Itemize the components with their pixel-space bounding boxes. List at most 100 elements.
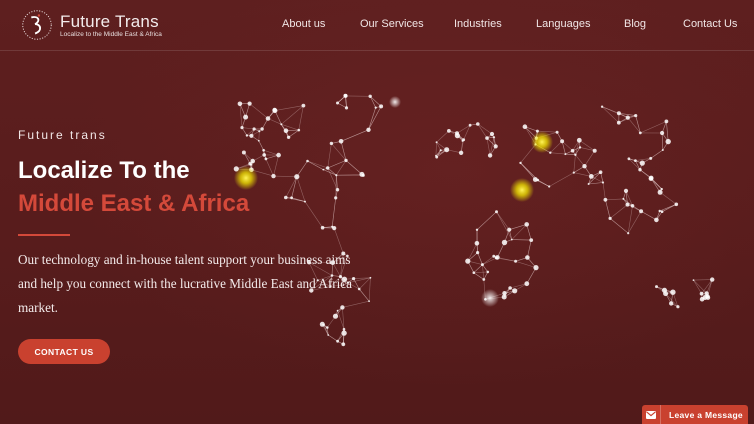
- network-node: [655, 285, 658, 289]
- network-node: [616, 111, 621, 116]
- network-node: [501, 239, 508, 246]
- nav-about-us[interactable]: About us: [282, 18, 325, 30]
- network-node: [524, 222, 529, 227]
- network-link: [482, 256, 494, 265]
- nav-industries[interactable]: Industries: [454, 18, 502, 30]
- network-node: [332, 226, 337, 231]
- network-node: [660, 130, 665, 136]
- network-node: [250, 158, 255, 164]
- network-node: [674, 202, 679, 207]
- network-link: [241, 127, 255, 130]
- nav-blog[interactable]: Blog: [624, 18, 646, 30]
- nav-contact-us[interactable]: Contact Us: [683, 18, 737, 30]
- network-node: [326, 326, 329, 329]
- network-node: [341, 342, 346, 347]
- network-node: [634, 114, 638, 118]
- network-node: [327, 334, 330, 336]
- network-node: [638, 168, 642, 172]
- network-node: [237, 101, 243, 107]
- network-node: [344, 158, 348, 163]
- network-node: [272, 108, 278, 114]
- network-link: [496, 211, 510, 230]
- network-node: [608, 216, 612, 220]
- network-node: [306, 159, 309, 163]
- network-node: [669, 301, 674, 306]
- network-link: [573, 172, 592, 177]
- network-node: [512, 288, 518, 294]
- network-node: [439, 149, 442, 152]
- network-link: [328, 334, 338, 342]
- network-link: [258, 131, 260, 141]
- network-node: [623, 188, 629, 193]
- network-node: [480, 263, 484, 267]
- network-link: [323, 169, 337, 176]
- network-link: [496, 211, 513, 240]
- network-link: [291, 197, 306, 202]
- network-link: [304, 201, 323, 228]
- network-node: [572, 171, 575, 174]
- site-header: Future Trans Localize to the Middle East…: [0, 0, 754, 51]
- main-nav: About us Our Services Industries Languag…: [0, 18, 754, 34]
- network-node: [482, 278, 486, 281]
- network-link: [477, 123, 493, 135]
- network-node: [338, 139, 344, 144]
- leave-message-widget[interactable]: Leave a Message: [642, 405, 748, 424]
- network-node: [476, 251, 480, 255]
- heading-divider: [18, 234, 70, 236]
- nav-our-services[interactable]: Our Services: [360, 18, 424, 30]
- network-node: [290, 196, 293, 200]
- network-node: [258, 130, 261, 133]
- hero-description: Our technology and in-house talent suppo…: [18, 252, 352, 315]
- network-node: [495, 210, 498, 214]
- network-node: [560, 139, 565, 144]
- hero-eyebrow: Future trans: [18, 128, 107, 142]
- network-link: [436, 130, 450, 143]
- network-link: [296, 176, 306, 202]
- network-link: [573, 154, 576, 173]
- network-link: [609, 204, 628, 219]
- network-node: [294, 174, 300, 180]
- network-node: [249, 133, 254, 138]
- network-node: [374, 106, 377, 109]
- network-link: [511, 239, 532, 241]
- network-node: [240, 126, 244, 130]
- network-node: [283, 128, 289, 133]
- network-node: [625, 202, 630, 207]
- network-node: [243, 114, 249, 120]
- network-link: [435, 142, 437, 156]
- network-link: [477, 252, 483, 265]
- network-node: [323, 323, 325, 326]
- network-link: [510, 283, 527, 289]
- network-node: [507, 227, 512, 232]
- network-node: [247, 101, 252, 106]
- envelope-icon: [642, 405, 661, 424]
- network-node: [329, 141, 334, 146]
- network-node: [576, 137, 582, 143]
- network-node: [342, 327, 346, 331]
- network-node: [322, 168, 325, 171]
- network-link: [659, 204, 677, 212]
- network-node: [454, 133, 460, 139]
- network-node: [648, 175, 654, 181]
- network-node: [276, 152, 281, 158]
- network-node: [676, 305, 680, 309]
- network-node: [555, 130, 559, 134]
- network-node: [260, 127, 264, 131]
- network-node: [297, 128, 301, 132]
- contact-us-button[interactable]: CONTACT US: [18, 339, 110, 364]
- network-link: [605, 199, 611, 219]
- network-link: [473, 271, 488, 273]
- network-link: [369, 96, 382, 107]
- leave-message-label: Leave a Message: [669, 409, 743, 420]
- network-node: [670, 289, 676, 295]
- network-node: [578, 146, 582, 149]
- network-node: [665, 138, 671, 145]
- nav-languages[interactable]: Languages: [536, 18, 590, 30]
- network-node: [625, 115, 630, 120]
- network-node: [658, 209, 661, 213]
- network-node: [522, 124, 528, 129]
- network-node: [492, 254, 496, 258]
- network-node: [489, 131, 495, 137]
- network-node: [344, 106, 349, 110]
- network-link: [296, 160, 308, 177]
